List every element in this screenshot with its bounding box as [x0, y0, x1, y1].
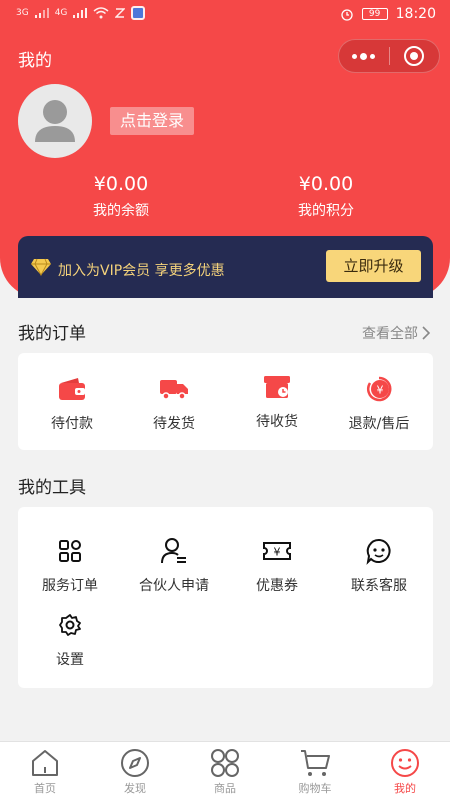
tool-label: 优惠券	[256, 578, 298, 594]
wifi-icon	[93, 7, 109, 19]
order-item-label: 待收货	[256, 414, 298, 430]
tool-coupons[interactable]: ¥ 优惠券	[225, 537, 329, 595]
tab-cart[interactable]: 购物车	[270, 742, 360, 800]
smile-icon	[391, 749, 419, 777]
refund-icon: ¥	[367, 376, 392, 402]
order-pending-receipt[interactable]: 待收货	[225, 373, 329, 431]
points-label: 我的积分	[298, 203, 354, 219]
tools-title: 我的工具	[18, 478, 86, 498]
user-placeholder-icon	[35, 100, 75, 142]
box-icon	[264, 376, 290, 398]
tools-card: 服务订单 合伙人申请 ¥ 优惠券 联系客服 设置	[18, 507, 433, 688]
gear-icon	[59, 614, 81, 636]
balance-stat[interactable]: ¥0.00 我的余额	[61, 172, 181, 220]
see-all-label: 查看全部	[362, 326, 418, 342]
vip-banner: 加入为VIP会员 享更多优惠 立即升级	[18, 236, 433, 298]
svg-text:¥: ¥	[377, 384, 384, 397]
wallet-icon	[59, 378, 85, 400]
tool-customer-service[interactable]: 联系客服	[327, 537, 431, 595]
orders-card: 待付款 待发货 待收货 ¥ 退款/售后	[18, 353, 433, 450]
tab-label: 发现	[124, 782, 146, 795]
tool-partner-application[interactable]: 合伙人申请	[122, 537, 226, 595]
vibrate-icon	[115, 8, 126, 18]
tab-label: 我的	[394, 782, 416, 795]
coupon-icon: ¥	[263, 542, 291, 560]
balance-value: ¥0.00	[93, 173, 149, 195]
signal-icon	[73, 8, 88, 18]
tab-products[interactable]: 商品	[180, 742, 270, 800]
tab-home[interactable]: 首页	[0, 742, 90, 800]
tool-settings[interactable]: 设置	[18, 611, 122, 669]
order-pending-payment[interactable]: 待付款	[20, 375, 124, 433]
orders-title: 我的订单	[18, 324, 86, 344]
close-miniapp-button[interactable]	[390, 40, 440, 72]
battery-indicator: 99	[361, 8, 388, 20]
network-4g-label: 4G	[54, 8, 68, 18]
user-list-icon	[161, 538, 186, 564]
points-stat[interactable]: ¥0.00 我的积分	[266, 172, 386, 220]
upgrade-button[interactable]: 立即升级	[326, 250, 421, 282]
status-time: 18:20	[395, 6, 436, 22]
tab-label: 首页	[34, 782, 56, 795]
tab-label: 商品	[214, 782, 236, 795]
apps-icon	[211, 749, 239, 777]
page-title: 我的	[18, 51, 52, 71]
login-button[interactable]: 点击登录	[110, 107, 195, 135]
order-item-label: 待付款	[51, 416, 93, 432]
miniapp-capsule	[338, 39, 440, 73]
signal-icon	[34, 8, 49, 18]
bottom-tab-bar: 首页 发现 商品 购物车 我的	[0, 741, 450, 800]
balance-label: 我的余额	[93, 203, 149, 219]
order-refund[interactable]: ¥ 退款/售后	[327, 375, 431, 433]
alarm-icon	[340, 9, 353, 21]
cart-icon	[301, 750, 330, 776]
avatar[interactable]	[18, 84, 92, 158]
status-bar: 3G 4G 99 18:20	[0, 0, 450, 30]
chat-icon	[366, 538, 391, 565]
tab-mine[interactable]: 我的	[360, 742, 450, 800]
tool-service-orders[interactable]: 服务订单	[18, 537, 122, 595]
more-menu-button[interactable]	[339, 40, 389, 72]
order-pending-shipment[interactable]: 待发货	[122, 375, 226, 433]
tab-discover[interactable]: 发现	[90, 742, 180, 800]
tool-label: 设置	[56, 652, 84, 668]
chevron-right-icon	[422, 326, 430, 340]
network-3g-label: 3G	[16, 8, 29, 18]
diamond-icon	[31, 258, 51, 276]
truck-icon	[160, 380, 188, 400]
home-icon	[32, 750, 58, 776]
tool-label: 合伙人申请	[139, 578, 209, 594]
tool-label: 联系客服	[351, 578, 407, 594]
tab-label: 购物车	[298, 782, 332, 795]
points-value: ¥0.00	[298, 173, 354, 195]
tool-label: 服务订单	[42, 578, 98, 594]
app-notification-icon	[131, 6, 146, 20]
target-icon	[404, 46, 425, 66]
compass-icon	[121, 749, 149, 777]
see-all-orders-link[interactable]: 查看全部	[362, 323, 430, 343]
order-item-label: 退款/售后	[348, 416, 410, 432]
svg-text:¥: ¥	[274, 546, 281, 559]
order-item-label: 待发货	[153, 416, 195, 432]
grid-icon	[59, 540, 81, 562]
vip-promo-text: 加入为VIP会员 享更多优惠	[58, 263, 225, 279]
